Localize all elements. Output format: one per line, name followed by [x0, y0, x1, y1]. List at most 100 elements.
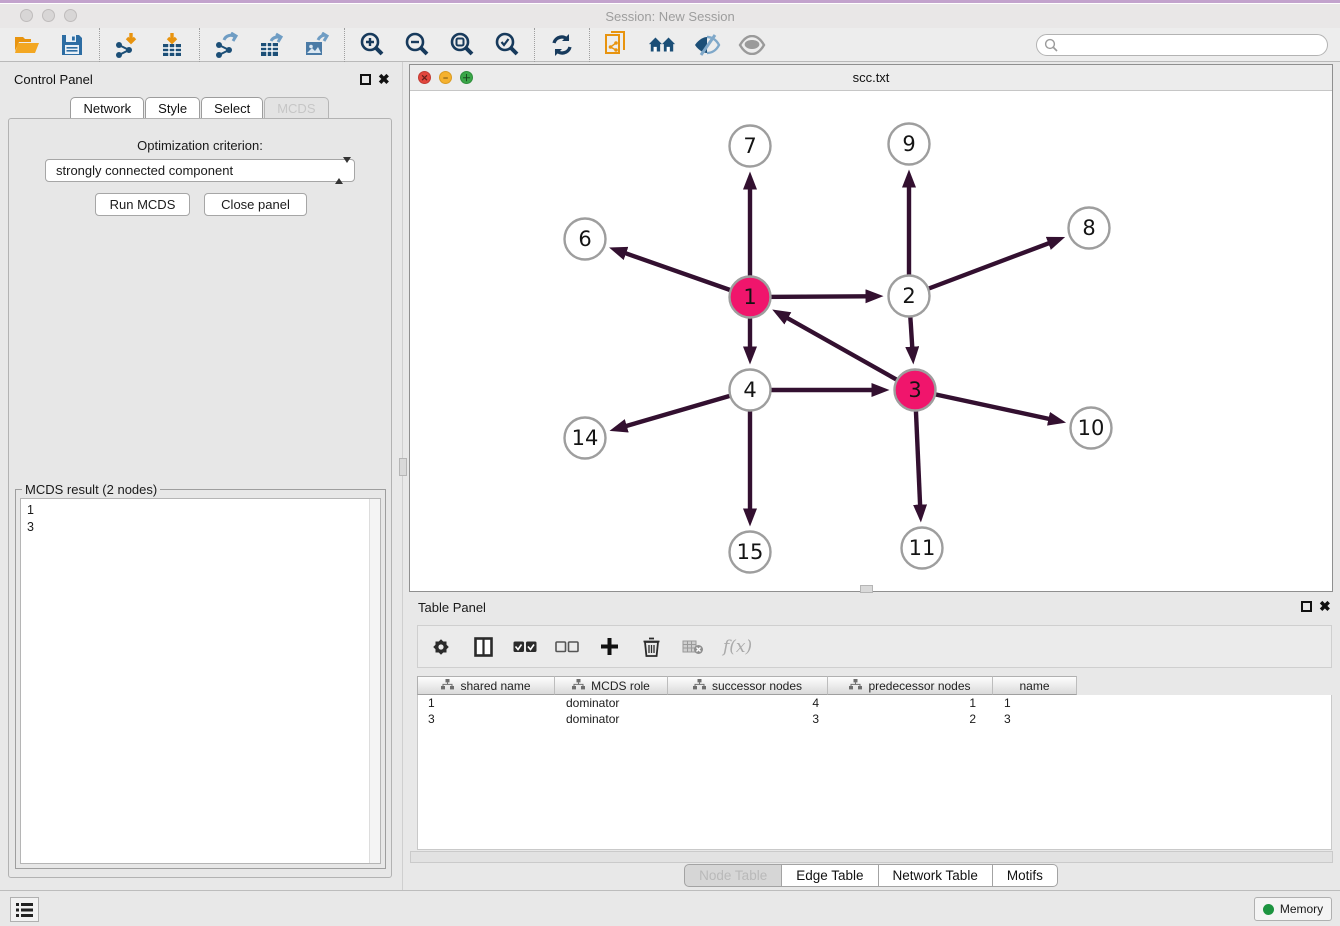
- table-panel-float-icon[interactable]: [1301, 601, 1312, 612]
- mcds-panel: Optimization criterion: strongly connect…: [8, 118, 392, 878]
- graph-node-9[interactable]: 9: [889, 124, 930, 165]
- cell-name[interactable]: 3: [994, 711, 1078, 727]
- cell-shared_name[interactable]: 3: [418, 711, 556, 727]
- graph-node-3[interactable]: 3: [895, 370, 936, 411]
- run-mcds-button[interactable]: Run MCDS: [95, 193, 190, 216]
- refresh-layout-icon[interactable]: [548, 32, 576, 58]
- control-panel-title: Control Panel: [14, 72, 93, 87]
- delete-table-icon[interactable]: [681, 635, 705, 659]
- import-table-icon[interactable]: [158, 32, 186, 58]
- zoom-selected-icon[interactable]: [493, 32, 521, 58]
- app-titlebar: Session: New Session: [0, 4, 1340, 28]
- svg-text:10: 10: [1078, 416, 1105, 440]
- cell-shared_name[interactable]: 1: [418, 695, 556, 711]
- tab-node-table[interactable]: Node Table: [684, 864, 782, 887]
- column-header-shared-name[interactable]: shared name: [417, 676, 555, 695]
- cell-predecessor_nodes[interactable]: 1: [829, 695, 994, 711]
- tab-motifs[interactable]: Motifs: [993, 864, 1058, 887]
- result-scrollbar[interactable]: [369, 499, 380, 863]
- graph-node-14[interactable]: 14: [565, 418, 606, 459]
- tab-network[interactable]: Network: [70, 97, 144, 118]
- first-neighbors-icon[interactable]: [648, 32, 676, 58]
- column-header-name[interactable]: name: [993, 676, 1077, 695]
- tab-style[interactable]: Style: [145, 97, 200, 118]
- table-panel-tabs: Node TableEdge TableNetwork TableMotifs: [409, 864, 1333, 887]
- zoom-in-icon[interactable]: [358, 32, 386, 58]
- add-column-icon[interactable]: [597, 635, 621, 659]
- table-panel-close-icon[interactable]: ✖: [1319, 601, 1331, 612]
- result-line: 3: [27, 519, 380, 536]
- svg-text:6: 6: [578, 227, 591, 251]
- vertical-splitter-grip[interactable]: [399, 458, 407, 476]
- criterion-select[interactable]: strongly connected component: [45, 159, 355, 182]
- open-icon[interactable]: [13, 32, 41, 58]
- tab-edge-table[interactable]: Edge Table: [782, 864, 878, 887]
- export-table-icon[interactable]: [258, 32, 286, 58]
- graph-node-15[interactable]: 15: [730, 532, 771, 573]
- zoom-fit-icon[interactable]: [448, 32, 476, 58]
- zoom-out-icon[interactable]: [403, 32, 431, 58]
- node-table[interactable]: 1dominator4113dominator323: [417, 695, 1332, 850]
- task-history-button[interactable]: [10, 897, 39, 922]
- svg-text:15: 15: [737, 540, 764, 564]
- tab-network-table[interactable]: Network Table: [879, 864, 993, 887]
- svg-text:2: 2: [902, 284, 915, 308]
- network-title: scc.txt: [410, 70, 1332, 85]
- tab-select[interactable]: Select: [201, 97, 263, 118]
- network-canvas[interactable]: 7 9 6 8 1 2 4 3 14 10 15 11: [410, 91, 1332, 591]
- import-network-icon[interactable]: [113, 32, 141, 58]
- tree-icon: [572, 679, 585, 693]
- chevron-updown-icon: [335, 163, 346, 179]
- graph-node-2[interactable]: 2: [889, 276, 930, 317]
- save-icon[interactable]: [58, 32, 86, 58]
- column-header-MCDS-role[interactable]: MCDS role: [555, 676, 668, 695]
- clone-network-icon[interactable]: [603, 32, 631, 58]
- svg-text:7: 7: [743, 134, 756, 158]
- export-image-icon[interactable]: [303, 32, 331, 58]
- svg-text:1: 1: [743, 285, 756, 309]
- graph-node-8[interactable]: 8: [1069, 208, 1110, 249]
- horizontal-splitter-grip[interactable]: [860, 585, 873, 593]
- mcds-result-list[interactable]: 13: [20, 498, 381, 864]
- tab-mcds[interactable]: MCDS: [264, 97, 328, 118]
- export-network-icon[interactable]: [213, 32, 241, 58]
- delete-column-icon[interactable]: [639, 635, 663, 659]
- select-all-columns-icon[interactable]: [513, 635, 537, 659]
- gear-icon[interactable]: [429, 635, 453, 659]
- close-panel-button[interactable]: Close panel: [204, 193, 307, 216]
- search-input[interactable]: [1036, 34, 1328, 56]
- graph-node-10[interactable]: 10: [1071, 408, 1112, 449]
- node-table-header: shared nameMCDS rolesuccessor nodesprede…: [417, 676, 1077, 695]
- column-header-predecessor-nodes[interactable]: predecessor nodes: [828, 676, 993, 695]
- split-view-icon[interactable]: [471, 635, 495, 659]
- hide-selected-icon[interactable]: [693, 32, 721, 58]
- memory-button[interactable]: Memory: [1254, 897, 1332, 921]
- function-builder-icon[interactable]: f(x): [723, 637, 752, 657]
- control-panel-float-icon[interactable]: [360, 74, 371, 85]
- graph-node-11[interactable]: 11: [902, 528, 943, 569]
- graph-node-4[interactable]: 4: [730, 370, 771, 411]
- cell-predecessor_nodes[interactable]: 2: [829, 711, 994, 727]
- graph-edge-3-1[interactable]: [787, 318, 915, 390]
- cell-name[interactable]: 1: [994, 695, 1078, 711]
- graph-node-1[interactable]: 1: [730, 277, 771, 318]
- network-view-window: ✕ − ＋ scc.txt 7 9 6 8 1 2 4 3 14 10 15 11: [409, 64, 1333, 592]
- show-all-icon[interactable]: [738, 32, 766, 58]
- cell-mcds_role[interactable]: dominator: [556, 711, 669, 727]
- graph-node-6[interactable]: 6: [565, 219, 606, 260]
- table-row[interactable]: 1dominator411: [418, 695, 1331, 711]
- column-header-successor-nodes[interactable]: successor nodes: [668, 676, 828, 695]
- unselect-all-columns-icon[interactable]: [555, 635, 579, 659]
- cell-mcds_role[interactable]: dominator: [556, 695, 669, 711]
- cell-successor_nodes[interactable]: 3: [669, 711, 829, 727]
- vertical-splitter[interactable]: [402, 62, 403, 890]
- control-panel-close-icon[interactable]: ✖: [378, 74, 390, 85]
- table-hscrollbar[interactable]: [410, 851, 1333, 863]
- graph-node-7[interactable]: 7: [730, 126, 771, 167]
- cell-successor_nodes[interactable]: 4: [669, 695, 829, 711]
- tree-icon: [693, 679, 706, 693]
- network-window-titlebar[interactable]: ✕ − ＋ scc.txt: [410, 65, 1332, 91]
- memory-label: Memory: [1280, 902, 1323, 916]
- table-row[interactable]: 3dominator323: [418, 711, 1331, 727]
- graph-edge-2-8[interactable]: [909, 243, 1049, 296]
